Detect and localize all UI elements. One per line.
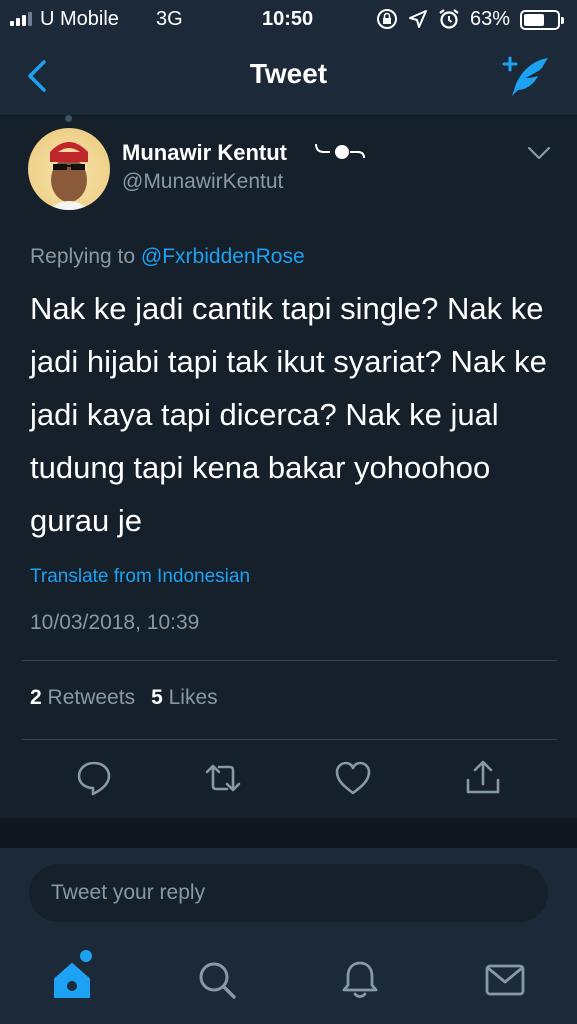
author-name[interactable]: Munawir Kentut: [122, 140, 287, 166]
orientation-lock-icon: [377, 9, 397, 29]
retweet-icon[interactable]: [203, 758, 243, 798]
retweets-label: Retweets: [47, 686, 136, 709]
tweet-timestamp: 10/03/2018, 10:39: [30, 611, 200, 634]
name-emoji-icon: [315, 143, 365, 159]
reply-input[interactable]: [29, 864, 548, 922]
tweet-text: Nak ke jadi cantik tapi single? Nak ke j…: [30, 291, 547, 538]
battery-icon: [520, 10, 564, 30]
status-icons: [376, 8, 460, 30]
home-notification-dot: [80, 950, 92, 962]
compose-tweet-icon[interactable]: [500, 54, 552, 100]
signal-strength-icon: [10, 12, 32, 26]
status-bar: U Mobile 3G 10:50 63%: [0, 0, 577, 40]
alarm-icon: [439, 9, 459, 29]
avatar-portrait: [48, 142, 90, 210]
divider: [22, 660, 557, 661]
likes-count: 5: [151, 686, 163, 709]
section-gap: [0, 818, 577, 848]
page-title: Tweet: [249, 58, 328, 89]
notifications-icon[interactable]: [338, 958, 382, 1002]
retweets-count: 2: [30, 686, 42, 709]
author-handle[interactable]: @MunawirKentut: [122, 170, 283, 194]
search-icon[interactable]: [195, 958, 239, 1002]
divider: [22, 739, 557, 740]
reply-icon[interactable]: [74, 758, 114, 798]
thread-connector: [65, 115, 72, 122]
like-icon[interactable]: [333, 758, 373, 798]
home-icon[interactable]: [50, 958, 94, 1002]
replying-mention[interactable]: @FxrbiddenRose: [141, 245, 305, 268]
location-arrow-icon: [409, 10, 427, 28]
chevron-down-icon[interactable]: [526, 144, 552, 162]
likes-stat[interactable]: 5 Likes: [151, 686, 218, 710]
likes-label: Likes: [168, 686, 218, 709]
carrier-name: U Mobile: [40, 8, 119, 30]
avatar[interactable]: [28, 128, 110, 210]
replying-to: Replying to @FxrbiddenRose: [30, 245, 305, 269]
translate-link[interactable]: Translate from Indonesian: [30, 566, 250, 588]
network-type: 3G: [156, 8, 183, 30]
tweet-stats: 2 Retweets 5 Likes: [30, 686, 218, 710]
messages-icon[interactable]: [483, 958, 527, 1002]
top-bar: U Mobile 3G 10:50 63% Tweet: [0, 0, 577, 116]
replying-prefix: Replying to: [30, 245, 136, 268]
share-icon[interactable]: [463, 758, 503, 798]
retweets-stat[interactable]: 2 Retweets: [30, 686, 135, 710]
status-time: 10:50: [262, 8, 314, 30]
battery-percent: 63%: [470, 8, 511, 30]
